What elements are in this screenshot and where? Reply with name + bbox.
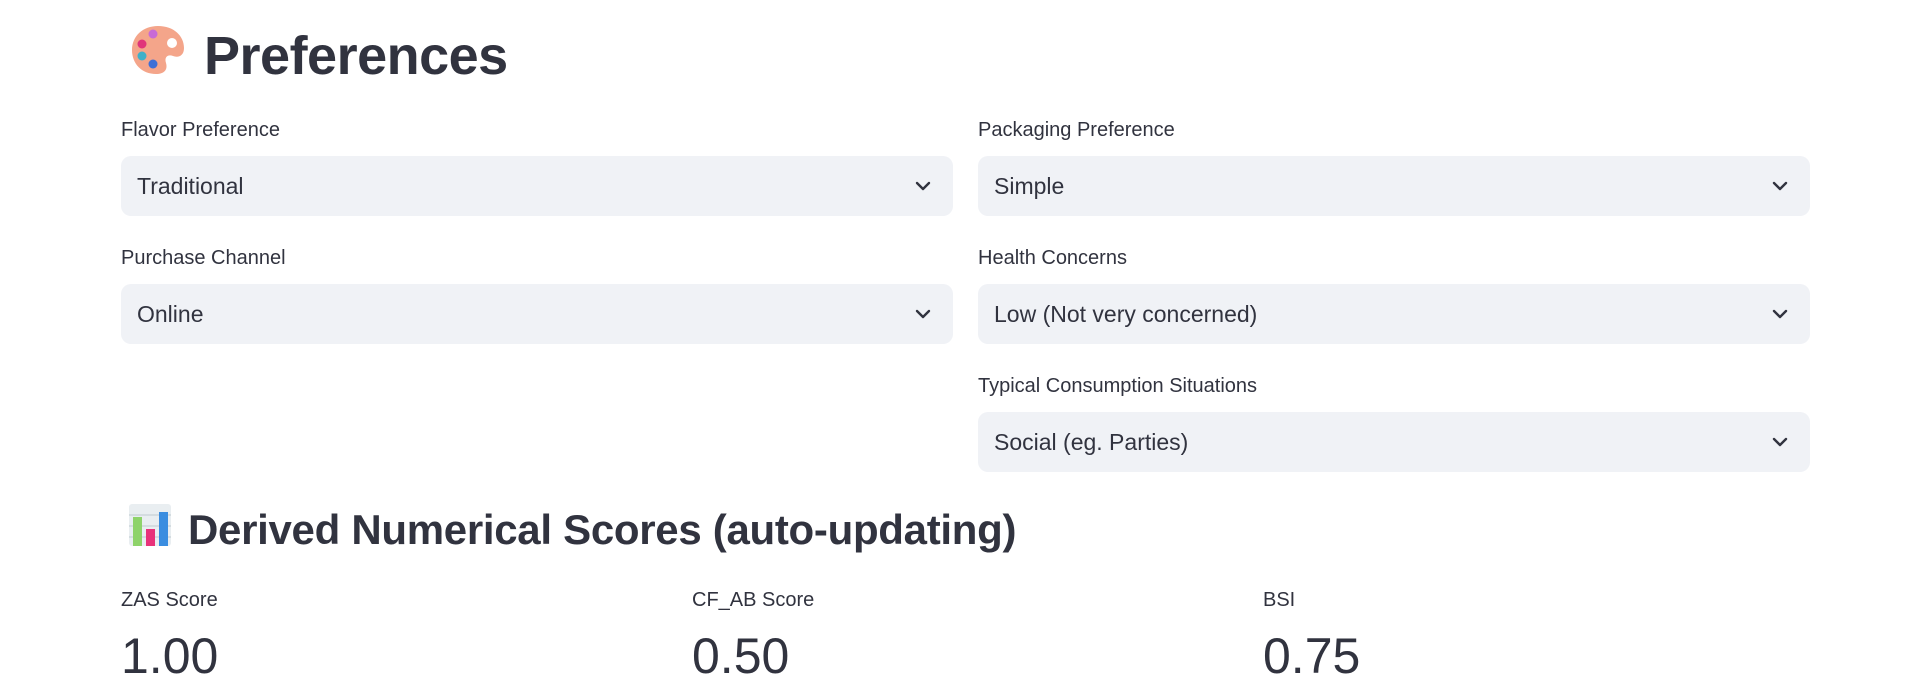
- cf-ab-score-value: 0.50: [692, 628, 790, 684]
- consumption-situations-field: Typical Consumption Situations Social (e…: [978, 374, 1810, 472]
- purchase-channel-field: Purchase Channel Online: [121, 246, 953, 344]
- preferences-heading: Preferences: [128, 22, 508, 90]
- bsi-value: 0.75: [1263, 628, 1361, 684]
- artist-palette-icon: [128, 20, 188, 93]
- zas-score-value: 1.00: [121, 628, 219, 684]
- chevron-down-icon: [1772, 309, 1788, 319]
- preferences-title: Preferences: [204, 26, 508, 86]
- consumption-situations-label: Typical Consumption Situations: [978, 375, 1258, 397]
- cf-ab-score-metric: CF_AB Score 0.50: [692, 588, 814, 685]
- zas-score-label: ZAS Score: [121, 589, 218, 611]
- flavor-preference-value: Traditional: [137, 172, 244, 199]
- packaging-preference-field: Packaging Preference Simple: [978, 118, 1810, 216]
- health-concerns-select[interactable]: Low (Not very concerned): [978, 284, 1810, 344]
- packaging-preference-value: Simple: [994, 172, 1065, 199]
- consumption-situations-value: Social (eg. Parties): [994, 428, 1189, 455]
- bsi-metric: BSI 0.75: [1263, 588, 1360, 685]
- flavor-preference-label: Flavor Preference: [121, 119, 280, 141]
- zas-score-metric: ZAS Score 1.00: [121, 588, 218, 685]
- chevron-down-icon: [915, 309, 931, 319]
- scores-title: Derived Numerical Scores (auto-updating): [188, 506, 1017, 553]
- flavor-preference-field: Flavor Preference Traditional: [121, 118, 953, 216]
- packaging-preference-label: Packaging Preference: [978, 119, 1175, 141]
- purchase-channel-value: Online: [137, 300, 204, 327]
- health-concerns-field: Health Concerns Low (Not very concerned): [978, 246, 1810, 344]
- health-concerns-value: Low (Not very concerned): [994, 300, 1258, 327]
- chevron-down-icon: [915, 181, 931, 191]
- bsi-label: BSI: [1263, 589, 1296, 611]
- chevron-down-icon: [1772, 437, 1788, 447]
- flavor-preference-select[interactable]: Traditional: [121, 156, 953, 216]
- purchase-channel-label: Purchase Channel: [121, 247, 286, 269]
- scores-heading: Derived Numerical Scores (auto-updating): [128, 502, 1016, 558]
- page: Preferences Flavor Preference Traditiona…: [0, 0, 1919, 685]
- purchase-channel-select[interactable]: Online: [121, 284, 953, 344]
- health-concerns-label: Health Concerns: [978, 247, 1127, 269]
- bar-chart-icon: [128, 503, 172, 557]
- packaging-preference-select[interactable]: Simple: [978, 156, 1810, 216]
- consumption-situations-select[interactable]: Social (eg. Parties): [978, 412, 1810, 472]
- chevron-down-icon: [1772, 181, 1788, 191]
- cf-ab-score-label: CF_AB Score: [692, 589, 815, 611]
